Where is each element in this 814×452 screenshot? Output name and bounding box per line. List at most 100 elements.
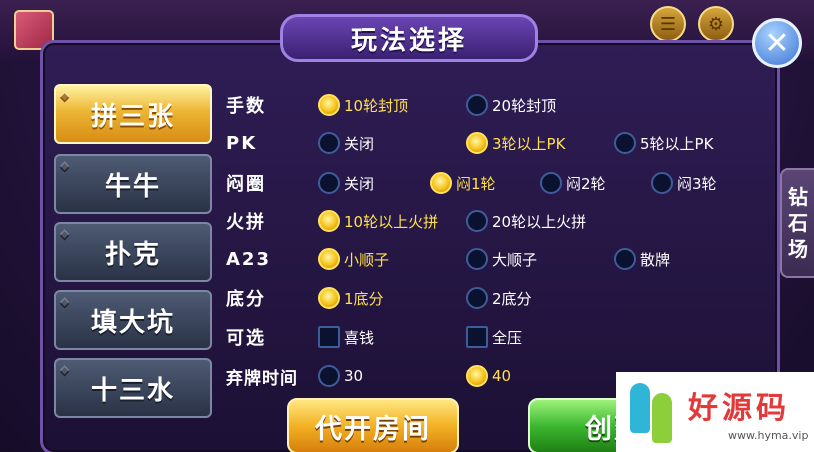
row-label: 弃牌时间 [226, 368, 298, 389]
row-optional: 可选 喜钱 全压 [220, 322, 760, 352]
option-radio[interactable]: 10轮以上火拼 [318, 206, 438, 236]
option-radio[interactable]: 40 [466, 361, 511, 391]
row-label: A23 [226, 248, 271, 270]
radio-icon [318, 132, 340, 154]
tab-shi-san-shui[interactable]: ◆ 十三水 [54, 358, 212, 418]
option-label: 关闭 [344, 134, 375, 153]
watermark-url: www.hyma.vip [728, 428, 809, 442]
option-radio[interactable]: 关闭 [318, 168, 374, 198]
option-label: 1底分 [344, 289, 384, 308]
radio-icon [318, 172, 340, 194]
row-base-score: 底分 1底分 2底分 [220, 283, 760, 313]
option-radio[interactable]: 闷2轮 [540, 168, 606, 198]
tab-pin-san-zhang[interactable]: ◆ 拼三张 [54, 84, 212, 144]
option-radio[interactable]: 30 [318, 361, 363, 391]
radio-icon [466, 210, 488, 232]
option-label: 散牌 [640, 250, 671, 269]
radio-selected-icon [318, 248, 340, 270]
option-label: 小顺子 [344, 250, 390, 269]
row-label: 闷圈 [226, 174, 266, 195]
diamond-room-char: 场 [788, 237, 808, 261]
option-label: 关闭 [344, 174, 375, 193]
option-radio[interactable]: 小顺子 [318, 244, 389, 274]
option-label: 大顺子 [492, 250, 538, 269]
row-showdown: 火拼 10轮以上火拼 20轮以上火拼 [220, 206, 760, 236]
radio-selected-icon [318, 287, 340, 309]
option-radio[interactable]: 1底分 [318, 283, 384, 313]
watermark-logo-icon [624, 377, 682, 447]
row-label: 底分 [226, 289, 266, 310]
option-radio[interactable]: 关闭 [318, 128, 374, 158]
radio-icon [651, 172, 673, 194]
radio-icon [614, 132, 636, 154]
option-label: 20轮封顶 [492, 96, 557, 115]
radio-icon [466, 248, 488, 270]
tab-poker[interactable]: ◆ 扑克 [54, 222, 212, 282]
option-radio[interactable]: 20轮以上火拼 [466, 206, 586, 236]
option-checkbox[interactable]: 喜钱 [318, 322, 374, 352]
radio-icon [540, 172, 562, 194]
radio-selected-icon [466, 365, 488, 387]
row-label: 手数 [226, 96, 266, 117]
watermark-text: 好源码 www.hyma.vip [688, 383, 808, 442]
tab-label: 扑克 [104, 239, 161, 270]
row-label: 可选 [226, 328, 266, 349]
checkbox-icon [466, 326, 488, 348]
option-radio[interactable]: 闷1轮 [430, 168, 496, 198]
option-radio[interactable]: 5轮以上PK [614, 128, 713, 158]
option-label: 闷2轮 [566, 174, 606, 193]
watermark-title: 好源码 [688, 390, 790, 426]
row-blind-rounds: 闷圈 关闭 闷1轮 闷2轮 闷3轮 [220, 168, 760, 198]
tab-tian-da-keng[interactable]: ◆ 填大坑 [54, 290, 212, 350]
radio-selected-icon [318, 210, 340, 232]
row-label: 火拼 [226, 212, 266, 233]
option-label: 5轮以上PK [640, 134, 714, 153]
game-type-tabs: ◆ 拼三张 ◆ 牛牛 ◆ 扑克 ◆ 填大坑 ◆ 十三水 [54, 84, 214, 418]
option-radio[interactable]: 散牌 [614, 244, 670, 274]
radio-icon [466, 287, 488, 309]
option-radio[interactable]: 10轮封顶 [318, 90, 408, 120]
tab-label: 拼三张 [90, 101, 175, 132]
option-radio[interactable]: 2底分 [466, 283, 532, 313]
row-rounds: 手数 10轮封顶 20轮封顶 [220, 90, 760, 120]
option-label: 20轮以上火拼 [492, 212, 587, 231]
watermark: 好源码 www.hyma.vip [616, 372, 814, 452]
diamond-room-char: 石 [788, 211, 808, 235]
option-radio[interactable]: 大顺子 [466, 244, 537, 274]
option-label: 闷1轮 [456, 174, 496, 193]
option-label: 30 [344, 367, 364, 385]
tab-niu-niu[interactable]: ◆ 牛牛 [54, 154, 212, 214]
option-label: 全压 [492, 328, 523, 347]
proxy-open-room-button[interactable]: 代开房间 [287, 398, 459, 452]
row-label: PK [226, 132, 258, 154]
option-label: 2底分 [492, 289, 532, 308]
option-label: 40 [492, 367, 512, 385]
option-radio[interactable]: 闷3轮 [651, 168, 717, 198]
diamond-room-char: 钻 [788, 185, 808, 209]
close-icon[interactable]: ✕ [752, 18, 802, 68]
tab-label: 牛牛 [104, 171, 161, 202]
option-label: 10轮封顶 [344, 96, 409, 115]
settings-icon[interactable]: ⚙ [698, 6, 734, 42]
row-pk: PK 关闭 3轮以上PK 5轮以上PK [220, 128, 760, 158]
tab-corner-icon: ◆ [60, 158, 72, 172]
option-radio[interactable]: 20轮封顶 [466, 90, 556, 120]
option-radio[interactable]: 3轮以上PK [466, 128, 565, 158]
option-label: 闷3轮 [677, 174, 717, 193]
tab-corner-icon: ◆ [60, 226, 72, 240]
game-screen: ☰ ⚙ 玩法选择 ✕ ◆ 拼三张 ◆ 牛牛 ◆ 扑克 ◆ 填大坑 ◆ 十三水 手… [0, 0, 814, 452]
radio-selected-icon [430, 172, 452, 194]
radio-icon [318, 365, 340, 387]
tab-corner-icon: ◆ [60, 88, 72, 102]
radio-icon [614, 248, 636, 270]
radio-icon [466, 94, 488, 116]
option-label: 10轮以上火拼 [344, 212, 439, 231]
radio-selected-icon [466, 132, 488, 154]
diamond-room-tab[interactable]: 钻 石 场 [780, 168, 814, 278]
menu-icon[interactable]: ☰ [650, 6, 686, 42]
dialog-title: 玩法选择 [280, 14, 538, 62]
row-a23: A23 小顺子 大顺子 散牌 [220, 244, 760, 274]
tab-corner-icon: ◆ [60, 362, 72, 376]
options-panel: 手数 10轮封顶 20轮封顶 PK 关闭 3轮以上PK 5轮以上PK 闷圈 关闭… [220, 86, 750, 406]
option-checkbox[interactable]: 全压 [466, 322, 522, 352]
